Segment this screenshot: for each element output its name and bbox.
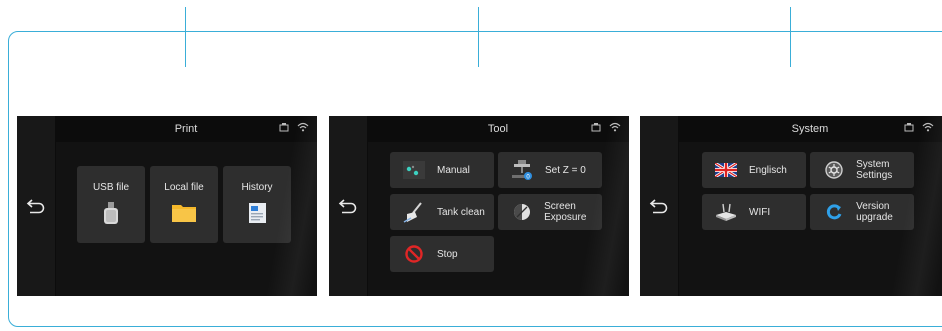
screen-title: System <box>791 123 829 135</box>
language-button[interactable]: Englisch <box>702 152 806 188</box>
usb-status-icon <box>904 122 914 132</box>
broom-icon <box>402 200 426 224</box>
screen-exposure-label: Screen Exposure <box>544 201 587 223</box>
sidebar <box>640 116 679 296</box>
back-icon[interactable] <box>338 198 358 214</box>
status-icons <box>591 122 621 132</box>
status-icons <box>279 122 309 132</box>
print-screen: Print USB file Local file History <box>17 116 317 296</box>
stop-button[interactable]: Stop <box>390 236 494 272</box>
main-content: USB file Local file History <box>55 142 317 296</box>
top-bar: System <box>678 116 942 142</box>
sidebar <box>329 116 368 296</box>
top-bar: Print <box>55 116 317 142</box>
wifi-status-icon <box>922 122 934 132</box>
main-content: Manual 0 Set Z = 0 Tank clean Screen Exp… <box>367 142 629 296</box>
manual-button[interactable]: Manual <box>390 152 494 188</box>
history-label: History <box>241 182 273 193</box>
set-z-zero-button[interactable]: 0 Set Z = 0 <box>498 152 602 188</box>
usb-file-label: USB file <box>92 182 130 193</box>
version-upgrade-label: Version upgrade <box>856 201 893 223</box>
screen-title: Print <box>174 123 198 135</box>
tool-screen: Tool Manual 0 Set Z = 0 Tank clean Scree… <box>329 116 629 296</box>
manual-move-icon <box>402 158 426 182</box>
history-button[interactable]: History <box>223 166 291 243</box>
set-z-zero-label: Set Z = 0 <box>545 164 586 176</box>
document-icon <box>246 202 268 229</box>
top-bar: Tool <box>367 116 629 142</box>
router-icon <box>714 200 738 224</box>
stop-label: Stop <box>437 248 458 260</box>
wifi-status-icon <box>297 122 309 132</box>
screen-title: Tool <box>487 123 509 135</box>
stop-icon <box>402 242 426 266</box>
tank-clean-button[interactable]: Tank clean <box>390 194 494 230</box>
back-icon[interactable] <box>26 198 46 214</box>
usb-drive-icon <box>103 202 119 229</box>
upgrade-refresh-icon <box>822 200 845 224</box>
main-content: Englisch System Settings WIFI Version up… <box>678 142 942 296</box>
status-icons <box>904 122 934 132</box>
uk-flag-icon <box>714 158 738 182</box>
settings-gear-icon <box>822 158 845 182</box>
tank-clean-label: Tank clean <box>437 206 485 218</box>
usb-status-icon <box>591 122 601 132</box>
exposure-icon <box>510 200 533 224</box>
usb-status-icon <box>279 122 289 132</box>
language-label: Englisch <box>749 164 787 176</box>
system-screen: System Englisch System Settings WIFI Ver… <box>640 116 942 296</box>
z-zero-icon: 0 <box>510 158 534 182</box>
wifi-button[interactable]: WIFI <box>702 194 806 230</box>
screen-exposure-button[interactable]: Screen Exposure <box>498 194 602 230</box>
system-settings-label: System Settings <box>856 159 893 181</box>
folder-icon <box>172 202 196 227</box>
wifi-label: WIFI <box>749 206 771 218</box>
version-upgrade-button[interactable]: Version upgrade <box>810 194 914 230</box>
usb-file-button[interactable]: USB file <box>77 166 145 243</box>
sidebar <box>17 116 56 296</box>
manual-label: Manual <box>437 164 470 176</box>
wifi-status-icon <box>609 122 621 132</box>
system-settings-button[interactable]: System Settings <box>810 152 914 188</box>
local-file-button[interactable]: Local file <box>150 166 218 243</box>
back-icon[interactable] <box>649 198 669 214</box>
local-file-label: Local file <box>164 182 204 193</box>
